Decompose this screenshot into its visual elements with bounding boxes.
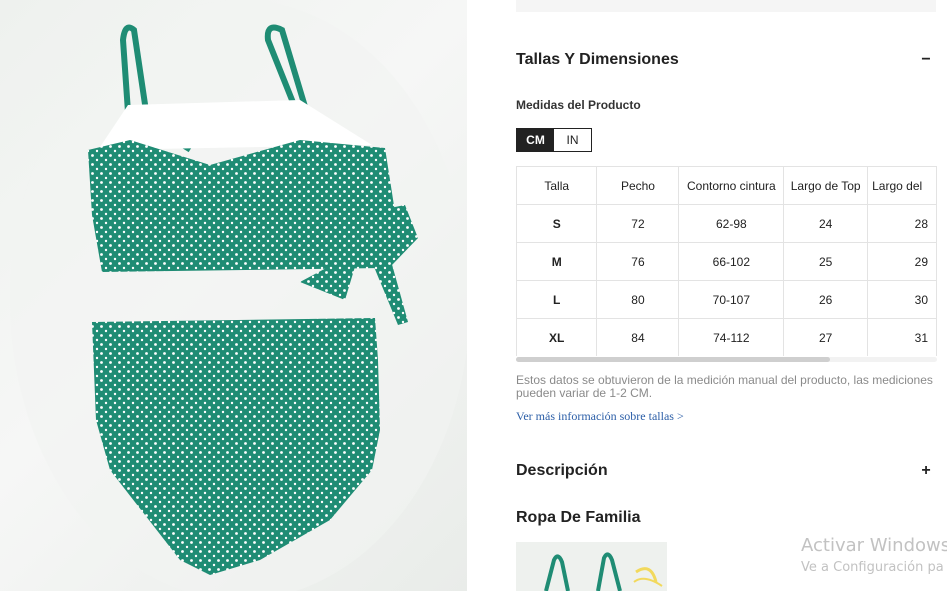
table-row: L 80 70-107 26 30 [516,280,937,319]
table-cell: 80 [596,280,680,319]
table-cell: 24 [783,204,869,243]
description-section-title[interactable]: Descripción [516,462,608,480]
thumbnail-image [544,552,663,591]
family-product-thumbnail[interactable] [516,542,667,591]
table-cell: 30 [867,280,937,319]
table-cell: 84 [596,318,680,356]
header-pecho: Pecho [596,166,680,205]
unit-in-button[interactable]: IN [554,129,591,151]
sizes-section-title[interactable]: Tallas Y Dimensiones [516,51,679,69]
header-contorno-cintura: Contorno cintura [678,166,785,205]
table-cell: 72 [596,204,680,243]
family-section-title: Ropa De Familia [516,509,641,526]
table-cell: 28 [867,204,937,243]
windows-activation-watermark: Activar Windows Ve a Configuración pa [801,535,947,575]
table-cell: 25 [783,242,869,281]
product-image [0,0,467,591]
table-cell: 31 [867,318,937,356]
table-cell: XL [516,318,598,356]
measurement-note: Estos datos se obtuvieron de la medición… [516,373,933,400]
table-row: S 72 62-98 24 28 [516,204,937,243]
section-divider [516,0,936,12]
table-cell: 74-112 [678,318,785,356]
unit-toggle: CM IN [516,128,592,152]
size-table-container[interactable]: Talla Pecho Contorno cintura Largo de To… [516,166,937,356]
watermark-line-1: Activar Windows [801,535,947,556]
size-info-link[interactable]: Ver más información sobre tallas > [516,409,684,424]
product-measurements-label: Medidas del Producto [516,98,641,112]
expand-icon[interactable]: + [919,462,933,480]
table-header-row: Talla Pecho Contorno cintura Largo de To… [516,166,937,205]
bikini-illustration [10,0,467,591]
watermark-line-2: Ve a Configuración pa [801,560,944,575]
table-row: XL 84 74-112 27 31 [516,318,937,356]
table-cell: 26 [783,280,869,319]
scrollbar-thumb[interactable] [516,357,830,362]
product-details-panel: Tallas Y Dimensiones − Medidas del Produ… [467,0,947,591]
table-scrollbar[interactable] [516,357,937,362]
header-largo-top: Largo de Top [783,166,869,205]
table-cell: 62-98 [678,204,785,243]
header-largo-del: Largo del [867,166,937,205]
table-cell: 76 [596,242,680,281]
table-row: M 76 66-102 25 29 [516,242,937,281]
size-table: Talla Pecho Contorno cintura Largo de To… [516,166,937,356]
collapse-icon[interactable]: − [919,51,933,69]
table-cell: M [516,242,598,281]
table-cell: 29 [867,242,937,281]
table-cell: 66-102 [678,242,785,281]
table-cell: S [516,204,598,243]
table-cell: 27 [783,318,869,356]
table-cell: L [516,280,598,319]
table-cell: 70-107 [678,280,785,319]
header-talla: Talla [516,166,598,205]
unit-cm-button[interactable]: CM [517,129,554,151]
